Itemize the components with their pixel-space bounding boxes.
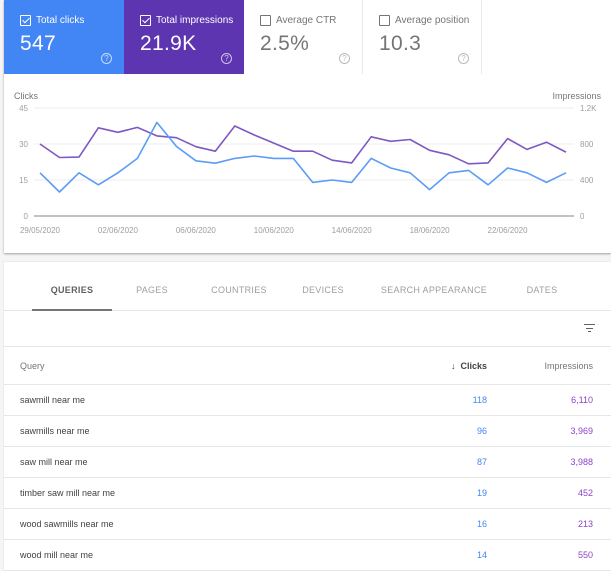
tab-queries[interactable]: QUERIES [32,262,112,311]
clicks-cell: 87 [476,457,487,467]
metric-label: Total clicks [36,15,85,26]
query-cell: saw mill near me [20,457,88,467]
table-row[interactable]: sawmill near me 118 6,110 [4,385,611,416]
impressions-cell: 452 [577,488,593,498]
impressions-cell: 550 [577,550,593,560]
series-line-impressions [39,125,567,165]
dimension-tabs: QUERIES PAGES COUNTRIES DEVICES SEARCH A… [4,262,611,311]
left-axis-tick-label: 30 [19,140,28,149]
checkbox-icon[interactable] [379,15,390,26]
help-icon[interactable]: ? [221,53,232,64]
clicks-cell: 16 [476,519,487,529]
metric-label: Average CTR [276,15,337,26]
performance-card: Total clicks 547 ? Total impressions 21.… [4,0,611,253]
left-axis-tick-label: 45 [19,104,28,113]
table-header: Query ↓ Clicks Impressions [4,347,611,385]
help-icon[interactable]: ? [339,53,350,64]
tab-dates[interactable]: DATES [512,262,572,311]
column-label: Clicks [460,361,487,371]
query-cell: sawmill near me [20,395,86,405]
impressions-cell: 213 [577,519,593,529]
left-axis-tick-label: 15 [19,176,28,185]
x-axis-tick-label: 29/05/2020 [20,226,61,235]
table-body: sawmill near me 118 6,110 sawmills near me… [4,385,611,571]
right-axis-tick-label: 400 [580,176,594,185]
x-axis-tick-label: 06/06/2020 [176,226,217,235]
checkbox-icon[interactable] [140,15,151,26]
metric-total-clicks[interactable]: Total clicks 547 ? [4,0,124,74]
right-axis-tick-label: 0 [580,212,585,221]
help-icon[interactable]: ? [458,53,469,64]
checkbox-icon[interactable] [260,15,271,26]
clicks-cell: 96 [476,426,487,436]
left-axis-tick-label: 0 [24,212,29,221]
chart-svg: Clicks Impressions 0 15 30 45 0 400 800 1.2K 29/… [14,91,602,235]
clicks-cell: 118 [472,395,487,405]
left-axis-title: Clicks [14,91,38,101]
help-icon[interactable]: ? [101,53,112,64]
impressions-cell: 3,988 [570,457,593,467]
impressions-cell: 6,110 [571,395,593,405]
metric-label: Total impressions [156,15,234,26]
right-axis-tick-label: 800 [580,140,594,149]
filter-icon[interactable] [584,324,595,333]
x-axis-tick-label: 02/06/2020 [98,226,139,235]
clicks-cell: 19 [476,488,487,498]
tab-devices[interactable]: DEVICES [292,262,354,311]
x-axis-tick-label: 14/06/2020 [332,226,373,235]
x-axis-tick-label: 10/06/2020 [254,226,295,235]
right-axis-title: Impressions [552,91,601,101]
metric-average-ctr[interactable]: Average CTR 2.5% ? [244,0,363,74]
table-toolbar [4,311,611,347]
checkbox-icon[interactable] [20,15,31,26]
query-cell: wood sawmills near me [20,519,114,529]
report-table-card: QUERIES PAGES COUNTRIES DEVICES SEARCH A… [4,262,611,571]
sort-down-arrow-icon: ↓ [450,361,456,371]
table-row[interactable]: wood sawmills near me 16 213 [4,509,611,540]
performance-chart: Clicks Impressions 0 15 30 45 0 400 800 1.2K 29/… [4,86,611,246]
query-cell: timber saw mill near me [20,488,116,498]
table-row[interactable]: saw mill near me 87 3,988 [4,447,611,478]
right-axis-tick-label: 1.2K [580,104,597,113]
table-row[interactable]: sawmills near me 96 3,969 [4,416,611,447]
query-cell: wood mill near me [20,550,94,560]
metric-total-impressions[interactable]: Total impressions 21.9K ? [124,0,244,74]
x-axis-tick-label: 18/06/2020 [410,226,451,235]
metric-average-position[interactable]: Average position 10.3 ? [363,0,482,74]
metric-value: 2.5% [260,32,310,55]
metric-value: 10.3 [379,32,422,55]
query-cell: sawmills near me [20,426,90,436]
metric-tiles: Total clicks 547 ? Total impressions 21.… [4,0,482,74]
column-header-clicks[interactable]: ↓ Clicks [451,361,487,371]
impressions-cell: 3,969 [570,426,593,436]
tab-countries[interactable]: COUNTRIES [204,262,274,311]
clicks-cell: 14 [476,550,487,560]
table-row[interactable]: timber saw mill near me 19 452 [4,478,611,509]
tab-search-appearance[interactable]: SEARCH APPEARANCE [374,262,494,311]
column-header-impressions[interactable]: Impressions [544,361,593,371]
tab-pages[interactable]: PAGES [122,262,182,311]
x-axis-tick-label: 22/06/2020 [488,226,529,235]
table-row[interactable]: wood mill near me 14 550 [4,540,611,571]
column-header-query: Query [20,361,45,371]
metric-label: Average position [395,15,470,26]
